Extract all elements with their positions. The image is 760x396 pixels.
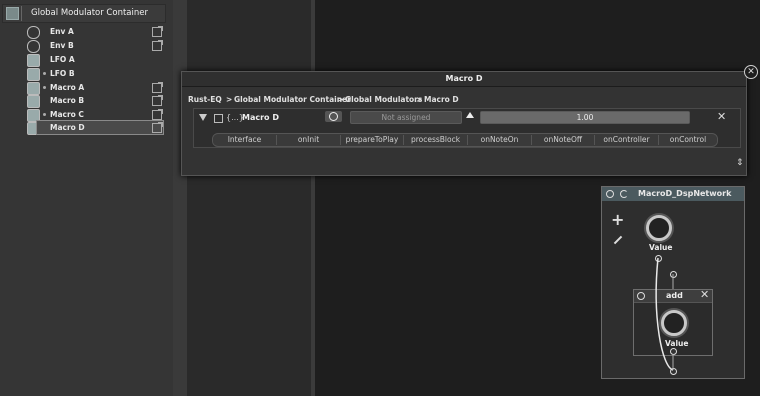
external-link-icon[interactable] [152,95,163,106]
popup-title: Macro D [182,72,746,87]
arrow-up-icon[interactable] [466,112,474,118]
power-icon [329,112,338,121]
tab-oncontroller[interactable]: onController [595,135,659,145]
lfo-icon [27,68,40,81]
tab-oncontrol[interactable]: onControl [659,135,717,145]
envelope-icon [27,26,40,39]
tree-item-label: Macro B [50,96,85,105]
breadcrumb-item[interactable]: Global Modulators [345,95,422,104]
close-icon: ✕ [747,67,755,77]
tree-item-lfo-b[interactable]: LFO B [0,68,165,81]
breadcrumb-sep: > [337,95,344,104]
tab-preparetoplay[interactable]: prepareToPlay [341,135,404,145]
tab-onnoteon[interactable]: onNoteOn [468,135,532,145]
macro-icon [27,82,40,95]
module-panel: {...} Macro D Not assigned 1.00 ✕ Interf… [193,108,741,148]
tree-item-macro-b[interactable]: Macro B [0,95,165,108]
remove-module-button[interactable]: ✕ [717,110,726,123]
tree-header: Global Modulator Container [2,4,166,23]
tree-item-env-a[interactable]: Env A [0,26,165,39]
tab-oninit[interactable]: onInit [277,135,341,145]
bullet-icon [43,113,46,116]
bullet-icon [43,86,46,89]
external-link-icon[interactable] [152,109,163,120]
breadcrumb-item[interactable]: Rust-EQ [188,95,222,104]
value-slider[interactable]: 1.00 [480,111,690,124]
external-link-icon[interactable] [152,40,163,51]
value-text: 1.00 [576,113,594,122]
tree-item-env-b[interactable]: Env B [0,40,165,53]
tab-processblock[interactable]: processBlock [404,135,468,145]
tree-item-macro-a[interactable]: Macro A [0,82,165,95]
resize-handle[interactable]: ⇕ [736,158,744,168]
tree-item-macro-d[interactable]: Macro D [0,120,165,135]
breadcrumb-item[interactable]: Global Modulator Container [234,95,351,104]
cable [655,257,674,371]
close-popup-button[interactable]: ✕ [744,65,758,79]
lfo-icon [27,54,40,67]
callback-tabs: Interface onInit prepareToPlay processBl… [212,133,718,147]
tree-item-label: Env B [50,41,74,50]
splitter[interactable] [173,0,187,396]
tab-interface[interactable]: Interface [213,135,277,145]
external-link-icon[interactable] [152,122,163,133]
breadcrumb-sep: > [226,95,233,104]
tree-item-label: Macro D [50,123,85,132]
tree-item-lfo-a[interactable]: LFO A [0,54,165,67]
modulator-tree-panel: Global Modulator Container Env A Env B L… [0,0,173,396]
modulation-cable [655,257,674,371]
bullet-icon [43,72,46,75]
tree-item-label: Macro A [50,83,85,92]
envelope-icon [27,40,40,53]
macro-popup: Macro D Rust-EQ > Global Modulator Conta… [181,71,747,176]
macro-icon [27,95,40,108]
tree-title: Global Modulator Container [31,8,148,18]
external-link-icon[interactable] [152,82,163,93]
external-link-icon[interactable] [152,26,163,37]
divider [21,6,22,21]
module-name: Macro D [242,113,279,122]
container-icon [6,7,19,20]
breadcrumb-item[interactable]: Macro D [424,95,459,104]
tab-onnoteoff[interactable]: onNoteOff [532,135,595,145]
dsp-network-panel: MacroD_DspNetwork + Value add ✕ Value [601,186,745,379]
tree-item-label: LFO B [50,69,75,78]
breadcrumb-sep: > [416,95,423,104]
tree-item-label: Macro C [50,110,84,119]
assign-field[interactable]: Not assigned [350,111,462,124]
bypass-button[interactable] [325,111,342,122]
collapse-arrow-icon[interactable] [199,114,207,121]
tree-item-label: Env A [50,27,74,36]
tree-item-label: LFO A [50,55,75,64]
external-link-icon[interactable] [214,114,223,123]
empty-panel [187,0,311,396]
